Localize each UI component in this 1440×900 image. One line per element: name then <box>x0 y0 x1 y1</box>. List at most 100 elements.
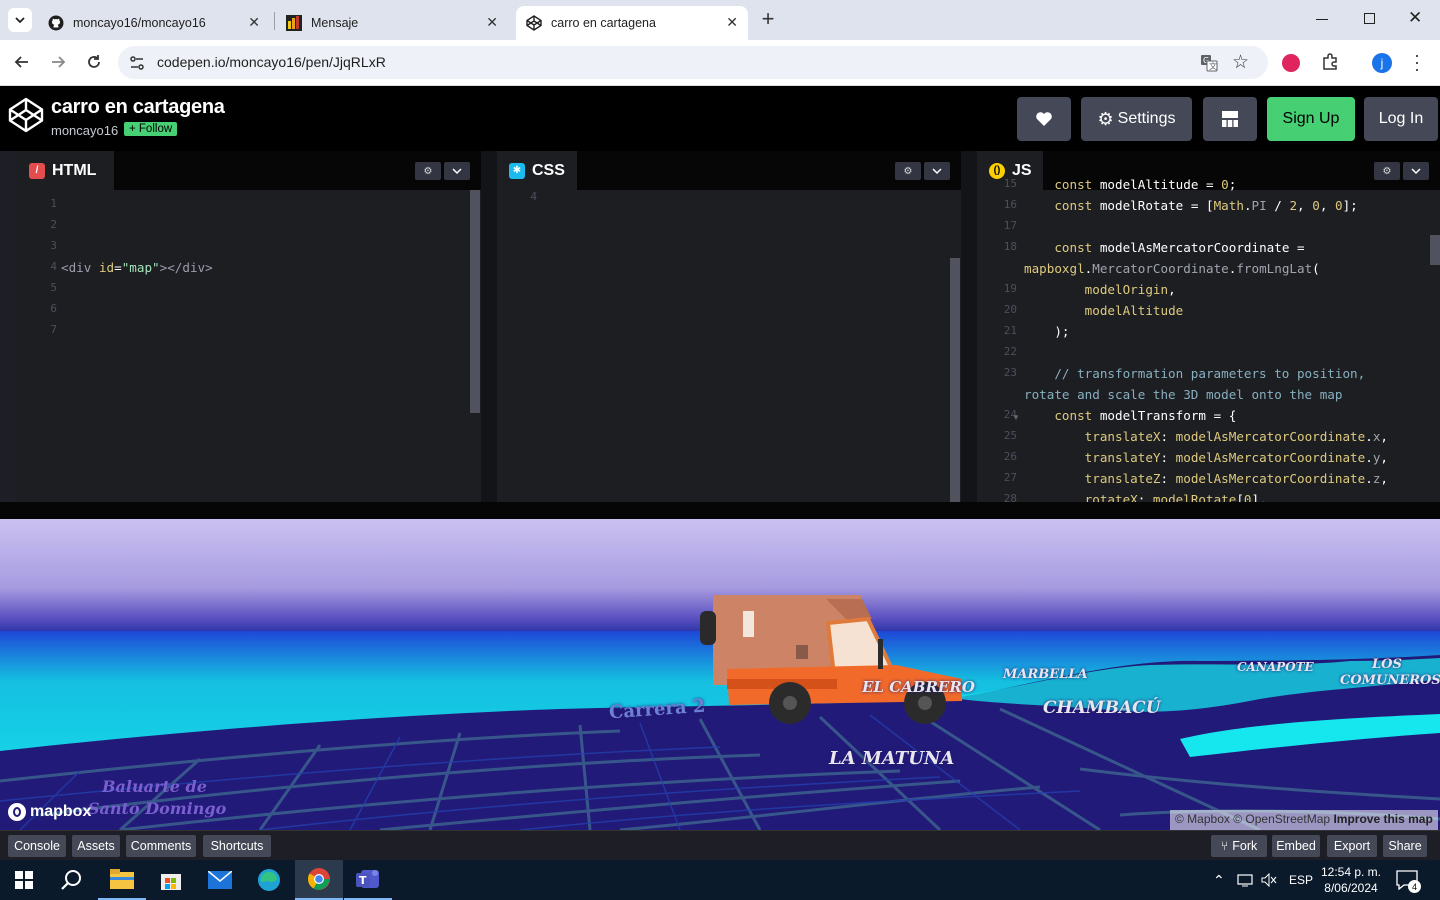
mail-icon[interactable] <box>196 860 244 900</box>
chrome-browser-icon[interactable] <box>295 860 343 900</box>
html-collapse-button[interactable] <box>444 162 470 180</box>
share-button[interactable]: Share <box>1383 835 1427 857</box>
js-fold-marker-icon[interactable]: ▼ <box>1012 413 1020 422</box>
shortcuts-button[interactable]: Shortcuts <box>203 835 271 857</box>
html-code-area[interactable]: 1 2 3 4 <div id="map"></div> 5 6 7 <box>17 190 481 502</box>
power-bi-icon <box>286 15 302 31</box>
back-icon[interactable] <box>12 52 32 77</box>
js-scrollbar[interactable] <box>1430 235 1440 265</box>
line-number: 26 <box>1003 450 1017 463</box>
html-scrollbar[interactable] <box>470 190 480 413</box>
css-settings-button[interactable]: ⚙ <box>895 162 921 180</box>
extension-badge-icon[interactable] <box>1282 54 1300 72</box>
search-icon[interactable] <box>48 860 96 900</box>
forward-icon[interactable] <box>48 52 68 77</box>
settings-button[interactable]: ⚙ Settings <box>1081 97 1192 141</box>
notifications-button[interactable]: 4 <box>1396 860 1421 900</box>
mapbox-logo-text: mapbox <box>30 803 92 820</box>
layout-grid-icon <box>1222 111 1238 127</box>
follow-button[interactable]: + Follow <box>124 122 178 136</box>
js-code-area[interactable]: 15 const modelAltitude = 0; 16 const mode… <box>977 179 1440 502</box>
pen-title[interactable]: carro en cartagena <box>51 96 225 119</box>
embed-button[interactable]: Embed <box>1272 835 1320 857</box>
translate-icon[interactable]: G文 <box>1200 54 1218 77</box>
tab-search-button[interactable] <box>8 8 32 32</box>
line-number: 19 <box>1003 282 1017 295</box>
minimize-window-icon[interactable] <box>1316 19 1328 20</box>
assets-button[interactable]: Assets <box>72 835 120 857</box>
css-scrollbar[interactable] <box>950 258 960 502</box>
css-pane-header: ✱ CSS ⚙ <box>497 151 961 190</box>
pane-divider[interactable] <box>961 151 977 502</box>
codepen-logo-icon[interactable] <box>8 97 44 138</box>
close-tab-icon[interactable]: ✕ <box>248 14 260 31</box>
gear-icon: ⚙ <box>423 165 433 177</box>
code-line: modelOrigin, <box>1084 282 1176 297</box>
result-preview[interactable]: EL CABRERO MARBELLA CANAPOTE LOS COMUNER… <box>0 519 1440 830</box>
export-button[interactable]: Export <box>1327 835 1377 857</box>
code-line: <div id="map"></div> <box>61 260 213 275</box>
log-in-button[interactable]: Log In <box>1364 97 1438 141</box>
heart-button[interactable] <box>1017 97 1071 141</box>
line-number: 27 <box>1003 471 1017 484</box>
js-settings-button[interactable]: ⚙ <box>1374 162 1400 180</box>
new-tab-icon[interactable]: + <box>758 8 778 32</box>
html-tab[interactable]: / HTML <box>17 151 114 190</box>
settings-label: Settings <box>1117 110 1176 127</box>
input-language[interactable]: ESP <box>1289 860 1313 900</box>
browser-menu-icon[interactable]: · · · <box>1414 46 1420 78</box>
layout-button[interactable] <box>1203 97 1257 141</box>
attribution-mapbox-link[interactable]: © Mapbox <box>1175 812 1230 826</box>
css-collapse-button[interactable] <box>924 162 950 180</box>
pane-divider[interactable] <box>481 151 497 502</box>
css-tab-label: CSS <box>532 161 565 179</box>
extensions-puzzle-icon[interactable] <box>1320 52 1340 77</box>
sign-up-button[interactable]: Sign Up <box>1267 97 1355 141</box>
volume-muted-icon[interactable] <box>1261 860 1277 900</box>
tab-title: moncayo16/moncayo16 <box>73 16 206 30</box>
browser-tab-github[interactable]: moncayo16/moncayo16 ✕ <box>38 6 270 40</box>
show-hidden-icons[interactable]: ⌃ <box>1213 860 1225 900</box>
mapbox-logo[interactable]: mapbox <box>8 803 91 821</box>
comments-button[interactable]: Comments <box>126 835 196 857</box>
restore-window-icon[interactable] <box>1364 13 1375 24</box>
github-icon <box>48 15 64 31</box>
map-label-baluarte-2: Santo Domingo <box>88 799 227 818</box>
windows-start-icon[interactable] <box>0 860 48 900</box>
attribution-osm-link[interactable]: © OpenStreetMap <box>1233 812 1330 826</box>
network-icon[interactable] <box>1237 860 1253 900</box>
close-tab-icon[interactable]: ✕ <box>726 14 738 31</box>
css-code-area[interactable]: 4 <box>497 190 961 502</box>
reload-icon[interactable] <box>84 52 104 77</box>
line-number: 6 <box>50 302 57 315</box>
close-window-icon[interactable]: ✕ <box>1408 8 1422 28</box>
close-tab-icon[interactable]: ✕ <box>486 14 498 31</box>
html-settings-button[interactable]: ⚙ <box>415 162 441 180</box>
teams-icon[interactable]: T <box>344 860 392 900</box>
line-number: 17 <box>1003 219 1017 232</box>
address-bar[interactable]: codepen.io/moncayo16/pen/JjqRLxR G文 ☆ <box>118 46 1268 79</box>
code-line: // transformation parameters to position… <box>1024 366 1366 381</box>
tab-separator <box>274 12 275 30</box>
css-tab[interactable]: ✱ CSS <box>497 151 577 190</box>
line-number: 3 <box>50 239 57 252</box>
site-info-icon[interactable] <box>128 54 146 77</box>
line-number: 28 <box>1003 492 1017 502</box>
js-collapse-button[interactable] <box>1403 162 1429 180</box>
microsoft-store-icon[interactable] <box>147 860 195 900</box>
attribution-improve-link[interactable]: Improve this map <box>1333 812 1432 826</box>
fork-button[interactable]: ⑂ Fork <box>1211 835 1267 857</box>
clock[interactable]: 12:54 p. m. 8/06/2024 <box>1318 860 1384 900</box>
edge-browser-icon[interactable] <box>245 860 293 900</box>
bookmark-star-icon[interactable]: ☆ <box>1232 51 1249 74</box>
map-label-marbella: MARBELLA <box>1003 667 1088 682</box>
browser-tab-carro[interactable]: carro en cartagena ✕ <box>516 6 748 40</box>
pen-author[interactable]: moncayo16 <box>51 123 118 138</box>
file-explorer-icon[interactable] <box>98 860 146 900</box>
console-button[interactable]: Console <box>8 835 66 857</box>
resize-handle[interactable] <box>0 502 1440 519</box>
profile-avatar[interactable]: j <box>1372 53 1392 73</box>
browser-tab-mensaje[interactable]: Mensaje ✕ <box>276 6 508 40</box>
map-label-canapote: CANAPOTE <box>1237 660 1314 674</box>
map-canvas[interactable] <box>0 519 1440 830</box>
